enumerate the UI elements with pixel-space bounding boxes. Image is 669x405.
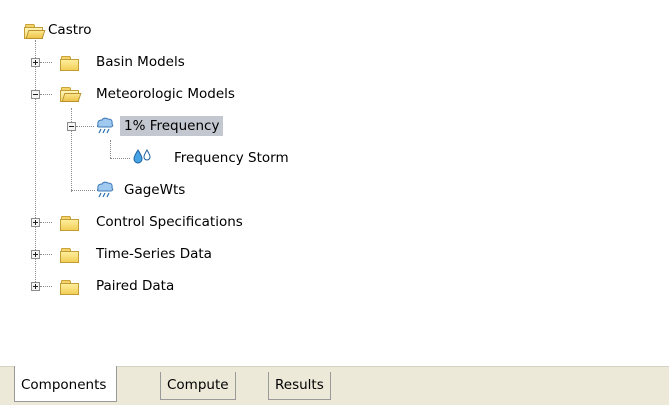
tree-line: [40, 222, 52, 223]
collapse-toggle[interactable]: [67, 122, 76, 131]
meteorologic-model-icon: [94, 180, 116, 202]
tree-line: [71, 190, 95, 191]
collapse-toggle[interactable]: [31, 90, 40, 99]
tree-line: [71, 108, 72, 192]
expand-toggle[interactable]: [31, 58, 40, 67]
folder-icon: [60, 247, 80, 263]
tree-node-label: Castro: [48, 22, 92, 38]
tree-line: [40, 62, 52, 63]
tab-results[interactable]: Results: [268, 372, 331, 400]
tree-node-label: Frequency Storm: [174, 150, 289, 166]
tab-components[interactable]: Components: [14, 366, 118, 402]
tree-line: [40, 286, 52, 287]
expand-toggle[interactable]: [31, 250, 40, 259]
tree-node-label: GageWts: [124, 182, 186, 198]
folder-open-icon: [60, 86, 82, 102]
expand-toggle[interactable]: [31, 218, 40, 227]
precipitation-drops-icon: [132, 148, 152, 170]
tree-node-label: 1% Frequency: [120, 116, 224, 136]
tree-node-label: Control Specifications: [96, 214, 243, 230]
folder-icon: [60, 279, 80, 295]
tree-line: [110, 140, 111, 158]
tree-node-label: Meteorologic Models: [96, 86, 235, 102]
watershed-explorer-tree: Castro Basin Models Meteorologic Models …: [0, 0, 669, 366]
folder-icon: [60, 55, 80, 71]
tree-node-label: Basin Models: [96, 54, 185, 70]
folder-icon: [60, 215, 80, 231]
tree-line: [40, 254, 52, 255]
folder-open-icon: [24, 23, 46, 39]
tree-node-label: Paired Data: [96, 278, 175, 294]
tree-line: [110, 158, 130, 159]
expand-toggle[interactable]: [31, 282, 40, 291]
tree-node-label: Time-Series Data: [96, 246, 212, 262]
meteorologic-model-icon: [94, 116, 116, 138]
tab-compute[interactable]: Compute: [160, 372, 236, 400]
tree-line: [40, 94, 52, 95]
tree-line: [76, 126, 94, 127]
